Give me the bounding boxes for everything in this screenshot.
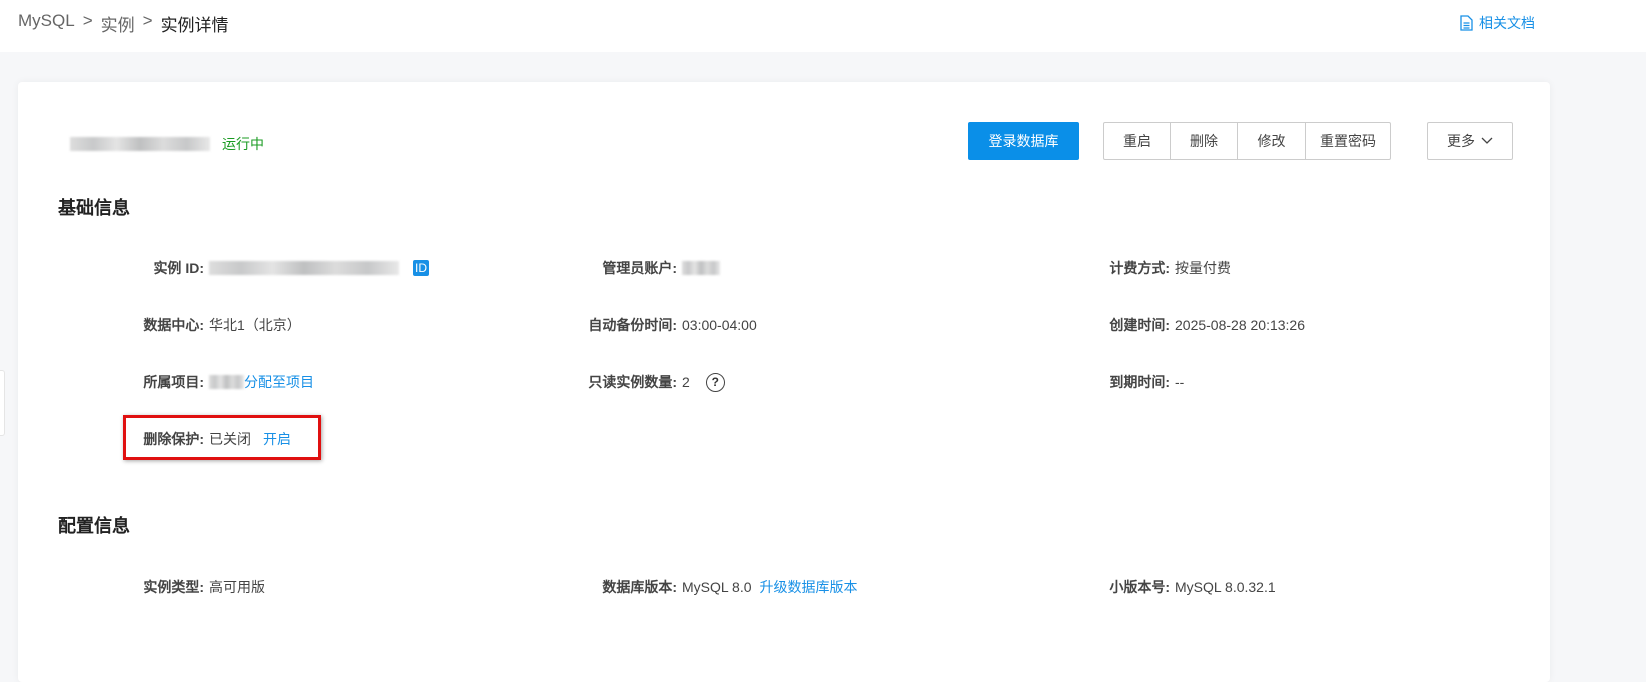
breadcrumb: MySQL > 实例 > 实例详情 <box>18 11 229 36</box>
field-value: -- <box>1175 374 1185 390</box>
instance-id-redacted <box>209 261 399 275</box>
field-label: 只读实例数量: <box>588 374 677 390</box>
field-expire-time: 到期时间: -- <box>998 372 1184 392</box>
field-label: 所属项目: <box>143 374 204 390</box>
docs-link-label: 相关文档 <box>1479 15 1535 31</box>
reset-password-button[interactable]: 重置密码 <box>1306 123 1390 159</box>
delete-button[interactable]: 删除 <box>1171 123 1238 159</box>
docs-link[interactable]: 相关文档 <box>1460 13 1535 33</box>
field-created-time: 创建时间: 2025-08-28 20:13:26 <box>998 315 1305 335</box>
field-label: 计费方式: <box>1109 260 1170 276</box>
help-icon[interactable]: ? <box>705 372 725 392</box>
field-readonly-count: 只读实例数量: 2 ? <box>487 372 725 392</box>
field-label: 实例类型: <box>143 579 204 595</box>
field-value: 按量付费 <box>1175 260 1231 276</box>
field-datacenter: 数据中心: 华北1（北京） <box>99 315 301 335</box>
instance-header: 运行中 <box>70 134 264 154</box>
highlight-box <box>123 415 321 460</box>
field-label: 小版本号: <box>1109 579 1170 595</box>
breadcrumb-current: 实例详情 <box>160 16 229 35</box>
chevron-down-icon <box>1481 137 1493 144</box>
basic-info-heading: 基础信息 <box>58 198 130 218</box>
restart-button[interactable]: 重启 <box>1104 123 1171 159</box>
breadcrumb-separator: > <box>142 11 153 30</box>
more-dropdown[interactable]: 更多 <box>1427 122 1513 160</box>
field-value: MySQL 8.0 <box>682 579 752 595</box>
field-value: 高可用版 <box>209 579 265 595</box>
field-label: 到期时间: <box>1109 374 1170 390</box>
project-redacted <box>209 375 244 389</box>
field-backup-time: 自动备份时间: 03:00-04:00 <box>487 315 757 335</box>
field-value: 2025-08-28 20:13:26 <box>1175 317 1305 333</box>
field-label: 数据中心: <box>143 317 204 333</box>
side-collapse-handle[interactable] <box>0 370 5 436</box>
field-admin-account: 管理员账户: <box>487 258 720 278</box>
modify-button[interactable]: 修改 <box>1238 123 1306 159</box>
field-db-version: 数据库版本: MySQL 8.0 升级数据库版本 <box>487 577 858 597</box>
breadcrumb-instances[interactable]: 实例 <box>101 11 135 36</box>
login-database-button[interactable]: 登录数据库 <box>968 122 1079 160</box>
field-value: MySQL 8.0.32.1 <box>1175 579 1276 595</box>
field-value: 华北1（北京） <box>209 317 301 333</box>
field-minor-version: 小版本号: MySQL 8.0.32.1 <box>998 577 1276 597</box>
field-label: 管理员账户: <box>602 260 677 276</box>
field-instance-type: 实例类型: 高可用版 <box>99 577 265 597</box>
config-info-heading: 配置信息 <box>58 516 130 536</box>
document-icon <box>1460 15 1473 31</box>
field-label: 数据库版本: <box>602 579 677 595</box>
action-button-group: 重启 删除 修改 重置密码 <box>1103 122 1391 160</box>
more-label: 更多 <box>1447 133 1475 149</box>
field-label: 实例 ID: <box>153 260 204 276</box>
field-project: 所属项目: 分配至项目 <box>99 372 314 392</box>
assign-project-link[interactable]: 分配至项目 <box>244 372 314 392</box>
instance-name-redacted <box>70 137 210 151</box>
field-value: 2 <box>682 374 690 390</box>
field-instance-id: 实例 ID: ID <box>99 258 429 278</box>
field-label: 自动备份时间: <box>588 317 677 333</box>
copy-id-badge[interactable]: ID <box>413 260 429 276</box>
instance-detail-card: 运行中 登录数据库 重启 删除 修改 重置密码 更多 基础信息 实例 ID: I… <box>18 82 1550 682</box>
upgrade-version-link[interactable]: 升级数据库版本 <box>760 577 858 597</box>
field-billing: 计费方式: 按量付费 <box>998 258 1231 278</box>
top-bar: MySQL > 实例 > 实例详情 相关文档 <box>0 0 1646 52</box>
admin-redacted <box>682 261 720 275</box>
field-value: 03:00-04:00 <box>682 317 757 333</box>
field-label: 创建时间: <box>1109 317 1170 333</box>
status-badge: 运行中 <box>222 136 264 152</box>
breadcrumb-separator: > <box>82 11 93 30</box>
breadcrumb-mysql[interactable]: MySQL <box>18 11 75 36</box>
